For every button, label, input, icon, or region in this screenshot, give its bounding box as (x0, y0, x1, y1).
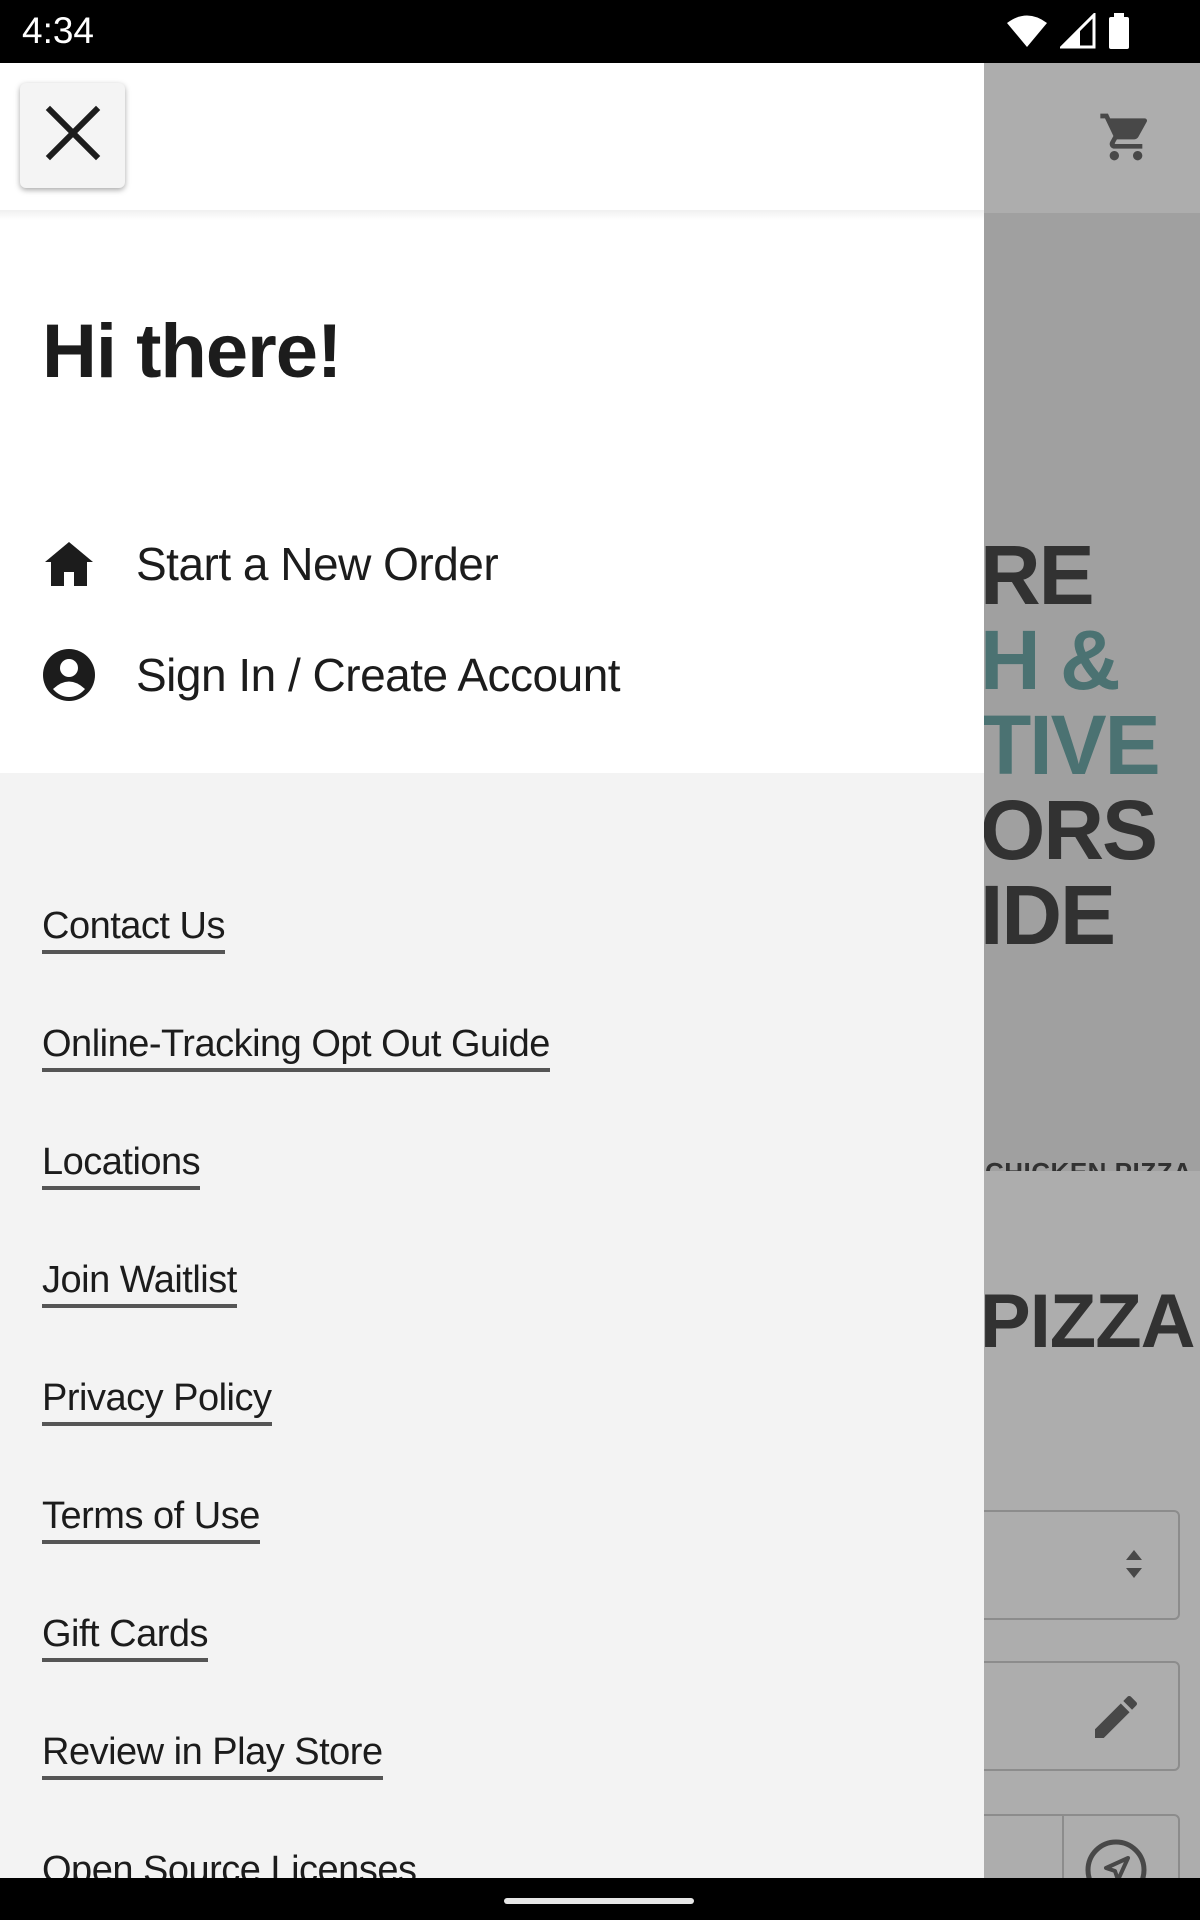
start-new-order-label: Start a New Order (136, 538, 499, 590)
link-review-play-store[interactable]: Review in Play Store (42, 1731, 383, 1780)
link-gift-cards[interactable]: Gift Cards (42, 1613, 209, 1662)
status-icons (1006, 13, 1130, 49)
link-join-waitlist[interactable]: Join Waitlist (42, 1259, 237, 1308)
status-bar: 4:34 (0, 0, 1200, 63)
status-time: 4:34 (22, 10, 95, 51)
link-terms-of-use[interactable]: Terms of Use (42, 1495, 260, 1544)
home-gesture-handle[interactable] (504, 1898, 694, 1904)
greeting-heading: Hi there! (42, 309, 342, 394)
link-contact-us[interactable]: Contact Us (42, 905, 225, 954)
navigation-drawer: Hi there! Start a New Order Sign In / Cr… (0, 63, 984, 1878)
home-icon (42, 537, 96, 591)
system-nav-bar (0, 1878, 1200, 1920)
sign-in-label: Sign In / Create Account (136, 649, 621, 701)
drawer-header-divider (0, 210, 984, 220)
wifi-icon (1006, 14, 1048, 48)
link-opt-out-guide[interactable]: Online-Tracking Opt Out Guide (42, 1023, 550, 1072)
battery-icon (1108, 13, 1130, 49)
link-privacy-policy[interactable]: Privacy Policy (42, 1377, 272, 1426)
close-button[interactable] (20, 83, 125, 188)
sign-in-item[interactable]: Sign In / Create Account (42, 643, 621, 707)
signal-icon (1060, 13, 1096, 49)
account-circle-icon (42, 648, 96, 702)
link-locations[interactable]: Locations (42, 1141, 201, 1190)
link-open-source-licenses[interactable]: Open Source Licenses (42, 1849, 417, 1878)
close-icon (44, 104, 102, 167)
start-new-order-item[interactable]: Start a New Order (42, 532, 499, 596)
